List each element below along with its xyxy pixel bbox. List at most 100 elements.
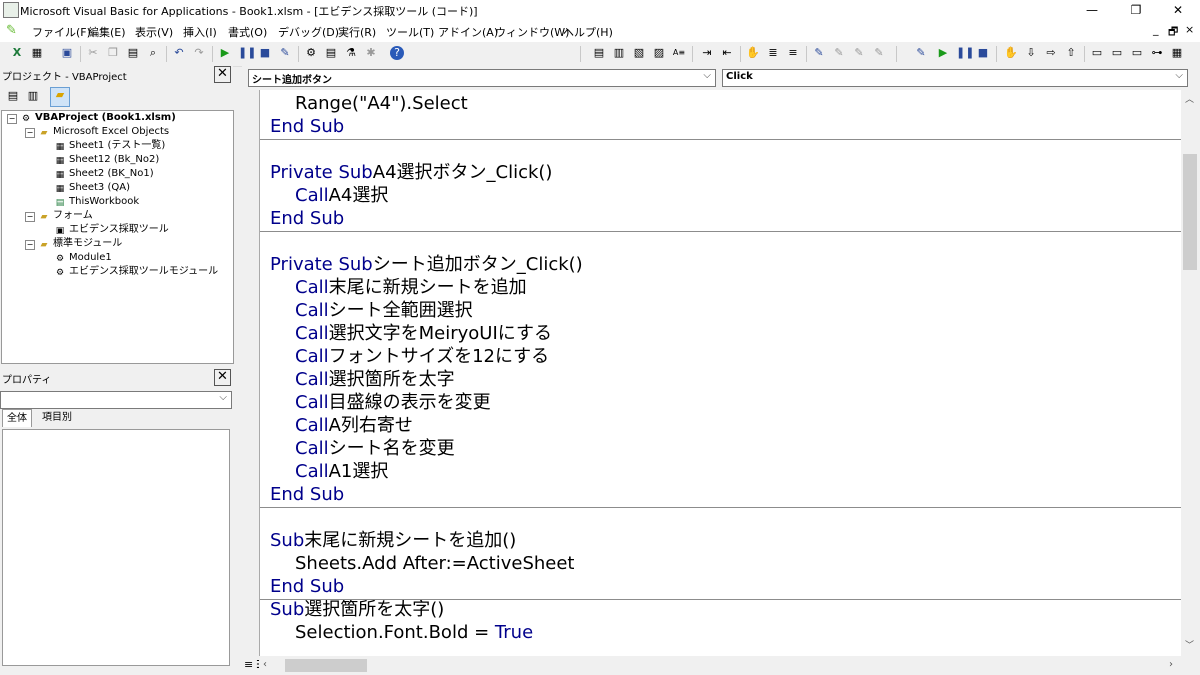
toggle-folders-icon[interactable]: ▰ <box>50 87 70 107</box>
paste-icon[interactable]: ▤ <box>126 46 140 60</box>
menu-edit[interactable]: 編集(E) <box>88 24 126 40</box>
menu-help[interactable]: ヘルプ(H) <box>563 24 613 40</box>
toolbox-icon[interactable]: ✱ <box>364 46 378 60</box>
menu-format[interactable]: 書式(O) <box>228 24 267 40</box>
tree-node-module[interactable]: ⚙ エビデンス採取ツールモジュール <box>54 265 218 279</box>
menu-window[interactable]: ウィンドウ(W) <box>495 24 569 40</box>
project-explorer-icon[interactable]: ⚙ <box>304 46 318 60</box>
tree-node-thisworkbook[interactable]: ▤ ThisWorkbook <box>54 195 139 209</box>
undo-icon[interactable]: ↶ <box>172 46 186 60</box>
object-browser-icon[interactable]: ⚗ <box>344 46 358 60</box>
immediate-window-icon[interactable]: ▭ <box>1110 46 1124 60</box>
run-icon-2[interactable]: ▶ <box>936 46 950 60</box>
vertical-scrollbar[interactable]: ︿ ﹀ <box>1181 90 1200 656</box>
tree-node-forms[interactable]: ▰ フォーム <box>38 209 93 223</box>
view-code-icon[interactable]: ▤ <box>6 89 20 103</box>
run-icon[interactable]: ▶ <box>218 46 232 60</box>
save-icon[interactable]: ▣ <box>60 46 74 60</box>
tree-node-excel-objects[interactable]: ▰ Microsoft Excel Objects <box>38 125 170 139</box>
step-over-icon[interactable]: ⇨ <box>1044 46 1058 60</box>
reset-icon-2[interactable]: ■ <box>976 46 990 60</box>
call-stack-icon[interactable]: ▦ <box>1170 46 1184 60</box>
tree-node-sheet[interactable]: ▦ Sheet3 (QA) <box>54 181 130 195</box>
watch-window-icon[interactable]: ▭ <box>1130 46 1144 60</box>
toggle-bookmark-icon[interactable]: ✎ <box>812 46 826 60</box>
redo-icon[interactable]: ↷ <box>192 46 206 60</box>
quick-info-icon[interactable]: ▧ <box>632 46 646 60</box>
tree-node-sheet[interactable]: ▦ Sheet2 (BK_No1) <box>54 167 154 181</box>
menu-addins[interactable]: アドイン(A) <box>438 24 498 40</box>
tree-node-vbaproject[interactable]: ⚙ VBAProject (Book1.xlsm) <box>20 111 176 125</box>
break-icon[interactable]: ❚❚ <box>238 46 256 60</box>
menu-file[interactable]: ファイル(F) <box>32 24 91 40</box>
scroll-left-icon[interactable]: ‹ <box>263 659 267 670</box>
procedure-combo[interactable]: Click ⌵ <box>722 69 1188 87</box>
excel-view-icon[interactable]: X <box>10 46 24 60</box>
vertical-scroll-thumb[interactable] <box>1183 154 1197 270</box>
indent-icon[interactable]: ⇥ <box>700 46 714 60</box>
menu-debug[interactable]: デバッグ(D) <box>278 24 339 40</box>
find-icon[interactable]: ⌕ <box>146 46 160 60</box>
maximize-button[interactable]: ❐ <box>1114 0 1158 20</box>
scroll-right-icon[interactable]: › <box>1169 659 1173 670</box>
previous-bookmark-icon[interactable]: ✎ <box>852 46 866 60</box>
design-mode-icon[interactable]: ✎ <box>278 46 292 60</box>
project-explorer-close-button[interactable]: ✕ <box>214 66 231 83</box>
properties-icon[interactable]: ▤ <box>324 46 338 60</box>
collapse-icon[interactable]: − <box>7 114 17 124</box>
mdi-minimize-button[interactable]: _ <box>1153 23 1159 36</box>
object-combo[interactable]: シート追加ボタン ⌵ <box>248 69 716 87</box>
collapse-icon[interactable]: − <box>25 128 35 138</box>
menu-run[interactable]: 実行(R) <box>338 24 376 40</box>
scroll-down-icon[interactable]: ﹀ <box>1185 638 1194 651</box>
view-object-icon[interactable]: ▥ <box>26 89 40 103</box>
tree-node-modules[interactable]: ▰ 標準モジュール <box>38 237 123 251</box>
insert-object-icon[interactable]: ▦ <box>30 46 44 60</box>
menu-insert[interactable]: 挿入(I) <box>183 24 217 40</box>
uncomment-block-icon[interactable]: ≡ <box>786 46 800 60</box>
reset-icon[interactable]: ■ <box>258 46 272 60</box>
clear-bookmarks-icon[interactable]: ✎ <box>872 46 886 60</box>
break-icon-2[interactable]: ❚❚ <box>956 46 974 60</box>
minimize-button[interactable]: — <box>1070 0 1114 20</box>
tree-node-module[interactable]: ⚙ Module1 <box>54 251 112 265</box>
horizontal-scroll-thumb[interactable] <box>285 659 367 672</box>
code-editor[interactable]: Range("A4").Select End Sub Private SubA4選択… <box>259 90 1182 656</box>
horizontal-scrollbar[interactable]: ‹ › <box>259 656 1181 675</box>
mdi-close-button[interactable]: × <box>1185 23 1194 36</box>
menu-tools[interactable]: ツール(T) <box>386 24 434 40</box>
vba-menu-icon[interactable]: ✎ <box>6 23 22 39</box>
collapse-icon[interactable]: − <box>25 212 35 222</box>
properties-close-button[interactable]: ✕ <box>214 369 231 386</box>
parameter-info-icon[interactable]: ▨ <box>652 46 666 60</box>
design-mode-icon-2[interactable]: ✎ <box>914 46 928 60</box>
tab-all[interactable]: 全体 <box>2 409 32 427</box>
copy-icon[interactable]: ❐ <box>106 46 120 60</box>
help-icon[interactable]: ? <box>390 46 404 60</box>
collapse-icon[interactable]: − <box>25 240 35 250</box>
menu-view[interactable]: 表示(V) <box>135 24 173 40</box>
properties-grid[interactable] <box>2 429 230 666</box>
complete-word-icon[interactable]: A≡ <box>672 46 686 60</box>
list-constants-icon[interactable]: ▥ <box>612 46 626 60</box>
comment-block-icon[interactable]: ≣ <box>766 46 780 60</box>
mdi-restore-button[interactable]: 🗗 <box>1168 23 1178 42</box>
breakpoint-icon[interactable]: ✋ <box>1004 46 1018 60</box>
procedure-view-icon[interactable]: ≡ <box>244 658 253 671</box>
scroll-up-icon[interactable]: ︿ <box>1185 92 1194 105</box>
tab-category[interactable]: 項目別 <box>38 409 76 426</box>
outdent-icon[interactable]: ⇤ <box>720 46 734 60</box>
locals-window-icon[interactable]: ▭ <box>1090 46 1104 60</box>
toggle-breakpoint-icon[interactable]: ✋ <box>746 46 760 60</box>
tree-node-form[interactable]: ▣ エビデンス採取ツール <box>54 223 169 237</box>
tree-node-sheet[interactable]: ▦ Sheet1 (テスト一覧) <box>54 139 166 153</box>
cut-icon[interactable]: ✂ <box>86 46 100 60</box>
next-bookmark-icon[interactable]: ✎ <box>832 46 846 60</box>
step-into-icon[interactable]: ⇩ <box>1024 46 1038 60</box>
tree-node-sheet[interactable]: ▦ Sheet12 (Bk_No2) <box>54 153 160 167</box>
quick-watch-icon[interactable]: ⊶ <box>1150 46 1164 60</box>
list-properties-icon[interactable]: ▤ <box>592 46 606 60</box>
close-window-button[interactable]: ✕ <box>1156 0 1200 20</box>
properties-object-select[interactable]: ⌵ <box>0 391 232 409</box>
step-out-icon[interactable]: ⇧ <box>1064 46 1078 60</box>
